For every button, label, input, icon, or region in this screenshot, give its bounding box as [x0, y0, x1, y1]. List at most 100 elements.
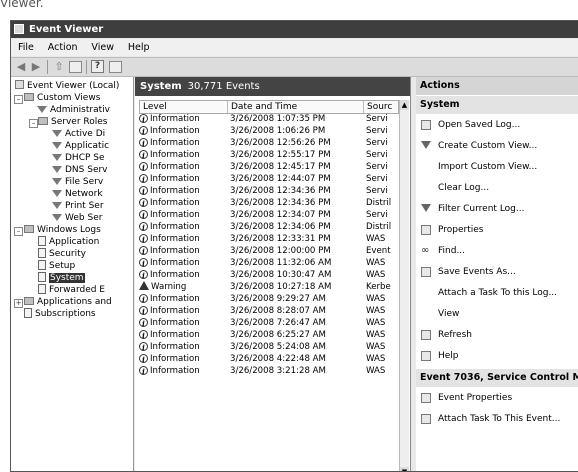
action-attach-a-task-to-this-log[interactable]: Attach a Task To this Log... — [416, 284, 578, 302]
tree-role-dhcp[interactable]: DHCP Se — [52, 152, 105, 164]
action-import-custom-view[interactable]: Import Custom View... — [416, 158, 578, 176]
action-attach-task-to-this-event[interactable]: Attach Task To This Event... — [416, 410, 578, 428]
collapse-toggle-windows-logs[interactable]: – — [14, 227, 23, 236]
column-level[interactable]: Level — [140, 101, 228, 113]
tree-custom-views[interactable]: Custom Views — [24, 92, 100, 104]
back-arrow-icon[interactable]: ◀ — [14, 60, 28, 73]
tree-log-application[interactable]: Application — [38, 236, 99, 248]
toolbar: ◀ ▶ ⇧ ? — [11, 57, 578, 77]
action-find[interactable]: ∞ Find... — [416, 242, 578, 260]
action-help[interactable]: Help — [416, 347, 578, 365]
event-date-time: 3/26/2008 12:44:07 PM — [230, 174, 331, 184]
show-hide-action-pane-icon[interactable] — [109, 61, 122, 73]
event-row[interactable]: i Information 3/26/2008 12:44:07 PM Servi — [139, 173, 397, 185]
action-properties[interactable]: Properties — [416, 221, 578, 239]
event-date-time: 3/26/2008 12:34:36 PM — [230, 186, 331, 196]
event-row[interactable]: Warning 3/26/2008 10:27:18 AM Kerbe — [139, 281, 397, 293]
event-row[interactable]: i Information 3/26/2008 12:34:07 PM Servi — [139, 209, 397, 221]
information-icon: i — [139, 198, 148, 208]
action-refresh[interactable]: Refresh — [416, 326, 578, 344]
funnel-icon — [37, 106, 47, 113]
action-filter-current-log[interactable]: Filter Current Log... — [416, 200, 578, 218]
expand-toggle-applications[interactable]: + — [14, 299, 23, 308]
scroll-down-arrow-icon[interactable]: ▼ — [400, 467, 409, 471]
event-level: i Information — [139, 197, 227, 209]
event-row[interactable]: i Information 3/26/2008 12:00:00 PM Event — [139, 245, 397, 257]
tree-log-security[interactable]: Security — [38, 248, 86, 260]
event-row[interactable]: i Information 3/26/2008 12:45:17 PM Servi — [139, 161, 397, 173]
event-source: Servi — [366, 114, 388, 124]
funnel-icon — [421, 204, 431, 212]
tree-log-forwarded[interactable]: Forwarded E — [38, 284, 105, 296]
up-folder-icon[interactable]: ⇧ — [52, 60, 66, 73]
event-row[interactable]: i Information 3/26/2008 12:34:06 PM Distril — [139, 221, 397, 233]
tree-root[interactable]: Event Viewer (Local) — [15, 80, 119, 92]
event-row[interactable]: i Information 3/26/2008 7:26:47 AM WAS — [139, 317, 397, 329]
information-icon: i — [139, 354, 148, 364]
information-icon: i — [139, 234, 148, 244]
event-level: i Information — [139, 149, 227, 161]
event-row[interactable]: i Information 3/26/2008 12:56:26 PM Servi — [139, 137, 397, 149]
forward-arrow-icon[interactable]: ▶ — [29, 60, 43, 73]
event-row[interactable]: i Information 3/26/2008 10:30:47 AM WAS — [139, 269, 397, 281]
tree-log-setup[interactable]: Setup — [38, 260, 75, 272]
event-source: Servi — [366, 186, 388, 196]
action-open-saved-log[interactable]: Open Saved Log... — [416, 116, 578, 134]
tree-administrative[interactable]: Administrativ — [37, 104, 110, 116]
action-view[interactable]: View — [416, 305, 578, 323]
event-row[interactable]: i Information 3/26/2008 6:25:27 AM WAS — [139, 329, 397, 341]
window-title: Event Viewer — [29, 24, 104, 35]
event-row[interactable]: i Information 3/26/2008 12:55:17 PM Servi — [139, 149, 397, 161]
menu-bar: File Action View Help — [11, 39, 578, 56]
event-row[interactable]: i Information 3/26/2008 1:07:35 PM Servi — [139, 113, 397, 125]
column-source[interactable]: Sourc — [364, 101, 398, 113]
events-scrollbar[interactable]: ▲ ▼ — [399, 100, 409, 471]
tree-role-dns[interactable]: DNS Serv — [52, 164, 108, 176]
tree-windows-logs[interactable]: Windows Logs — [24, 224, 101, 236]
action-clear-log[interactable]: Clear Log... — [416, 179, 578, 197]
event-row[interactable]: i Information 3/26/2008 8:28:07 AM WAS — [139, 305, 397, 317]
action-label: Find... — [438, 246, 466, 256]
menu-action[interactable]: Action — [48, 39, 78, 56]
event-row[interactable]: i Information 3/26/2008 12:34:36 PM Servi — [139, 185, 397, 197]
tree-role-active-directory[interactable]: Active Di — [52, 128, 105, 140]
menu-view[interactable]: View — [91, 39, 114, 56]
event-row[interactable]: i Information 3/26/2008 5:24:08 AM WAS — [139, 341, 397, 353]
tree-role-application[interactable]: Applicatic — [52, 140, 109, 152]
collapse-toggle-server-roles[interactable]: – — [29, 119, 38, 128]
event-date-time: 3/26/2008 12:34:07 PM — [230, 210, 331, 220]
event-row[interactable]: i Information 3/26/2008 12:34:36 PM Distril — [139, 197, 397, 209]
event-date-time: 3/26/2008 12:00:00 PM — [230, 246, 331, 256]
event-row[interactable]: i Information 3/26/2008 1:06:26 PM Servi — [139, 125, 397, 137]
event-level: i Information — [139, 185, 227, 197]
scroll-up-arrow-icon[interactable]: ▲ — [400, 100, 409, 110]
tree-role-file[interactable]: File Serv — [52, 176, 103, 188]
information-icon: i — [139, 126, 148, 136]
event-row[interactable]: i Information 3/26/2008 4:22:48 AM WAS — [139, 353, 397, 365]
collapse-toggle-custom-views[interactable]: – — [14, 95, 23, 104]
event-row[interactable]: i Information 3/26/2008 3:21:28 AM WAS — [139, 365, 397, 377]
show-hide-tree-icon[interactable] — [69, 61, 82, 73]
action-save-events-as[interactable]: Save Events As... — [416, 263, 578, 281]
event-source: Event — [366, 246, 391, 256]
folder-icon — [24, 93, 34, 101]
tree-applications-services[interactable]: Applications and — [24, 296, 112, 308]
tree-role-web[interactable]: Web Ser — [52, 212, 102, 224]
log-icon — [38, 260, 46, 270]
help-icon[interactable]: ? — [91, 60, 104, 73]
tree-subscriptions[interactable]: Subscriptions — [24, 308, 96, 320]
action-event-properties[interactable]: Event Properties — [416, 389, 578, 407]
column-date-time[interactable]: Date and Time — [228, 101, 364, 113]
tree-server-roles[interactable]: Server Roles — [38, 116, 107, 128]
tree-role-print[interactable]: Print Ser — [52, 200, 104, 212]
tree-log-system[interactable]: System — [38, 272, 85, 284]
event-row[interactable]: i Information 3/26/2008 9:29:27 AM WAS — [139, 293, 397, 305]
menu-file[interactable]: File — [18, 39, 34, 56]
event-row[interactable]: i Information 3/26/2008 11:32:06 AM WAS — [139, 257, 397, 269]
action-create-custom-view[interactable]: Create Custom View... — [416, 137, 578, 155]
menu-help[interactable]: Help — [128, 39, 150, 56]
event-source: WAS — [366, 342, 386, 352]
event-row[interactable]: i Information 3/26/2008 12:33:31 PM WAS — [139, 233, 397, 245]
information-icon: i — [139, 210, 148, 220]
tree-role-network[interactable]: Network — [52, 188, 103, 200]
